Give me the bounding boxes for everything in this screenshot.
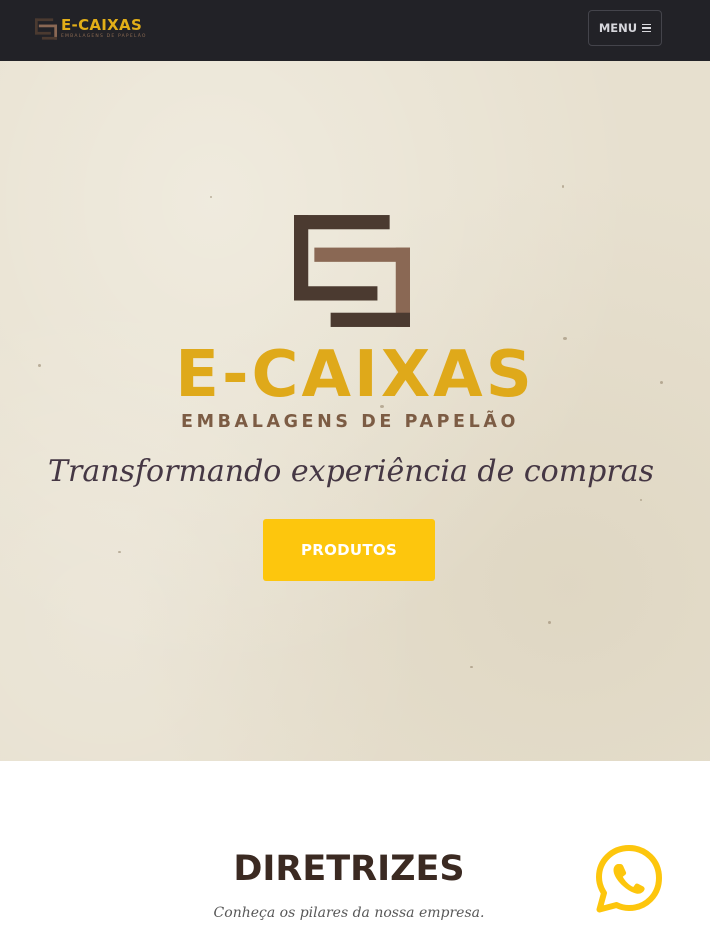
paper-speck: [640, 499, 642, 501]
hero-title: E-CAIXAS: [175, 338, 535, 412]
hamburger-icon: [642, 23, 652, 33]
products-button[interactable]: PRODUTOS: [263, 519, 435, 581]
menu-label: MENU: [598, 21, 638, 35]
paper-speck: [118, 551, 121, 553]
e-caixas-logo-icon: [294, 215, 410, 327]
whatsapp-button[interactable]: [593, 843, 665, 915]
brand-text: E-CAIXAS EMBALAGENS DE PAPELÃO: [61, 18, 147, 40]
hero-subtitle: EMBALAGENS DE PAPELÃO: [181, 412, 519, 432]
paper-speck: [470, 666, 473, 668]
paper-speck: [210, 196, 212, 198]
menu-button[interactable]: MENU: [588, 10, 662, 46]
hero-section: E-CAIXAS EMBALAGENS DE PAPELÃO Transform…: [0, 61, 710, 761]
brand-link[interactable]: E-CAIXAS EMBALAGENS DE PAPELÃO: [35, 16, 147, 42]
paper-speck: [562, 185, 564, 188]
hero-tagline: Transformando experiência de compras: [47, 454, 654, 489]
brand-title: E-CAIXAS: [61, 16, 143, 35]
paper-speck: [548, 621, 551, 624]
top-navbar: E-CAIXAS EMBALAGENS DE PAPELÃO MENU: [0, 0, 710, 61]
brand-logo-icon: [35, 18, 57, 40]
whatsapp-icon: [596, 845, 662, 913]
brand-subtitle: EMBALAGENS DE PAPELÃO: [61, 34, 147, 40]
